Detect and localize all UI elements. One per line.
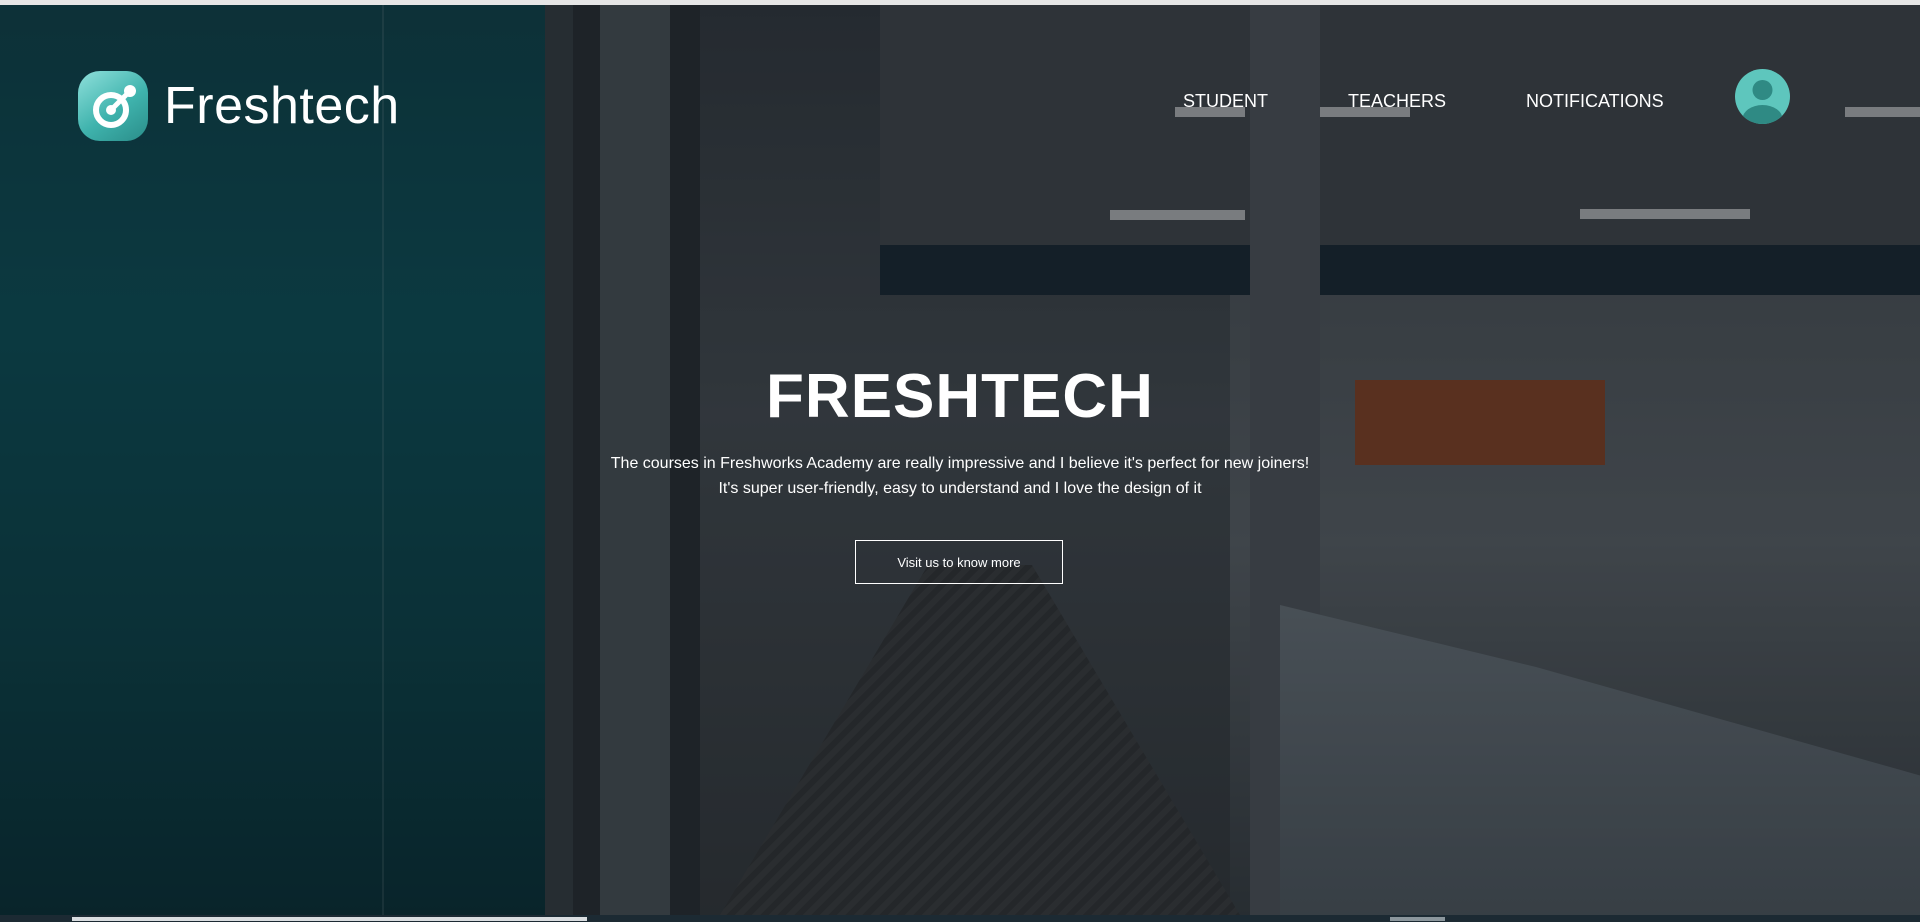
hero-title: FRESHTECH xyxy=(766,362,1154,431)
brand[interactable]: Freshtech xyxy=(78,71,400,141)
hero-line-2: It's super user-friendly, easy to unders… xyxy=(718,480,1202,497)
nav-item-teachers[interactable]: TEACHERS xyxy=(1348,91,1446,112)
scrollbar-thumb[interactable] xyxy=(72,917,587,921)
hero-section: Freshtech STUDENT TEACHERS NOTIFICATIONS… xyxy=(0,5,1920,915)
nav-item-student[interactable]: STUDENT xyxy=(1183,91,1268,112)
top-border xyxy=(0,0,1920,5)
brand-name: Freshtech xyxy=(164,77,400,135)
visit-us-button[interactable]: Visit us to know more xyxy=(855,540,1063,584)
user-avatar-icon[interactable] xyxy=(1735,69,1790,124)
main-nav: STUDENT TEACHERS NOTIFICATIONS xyxy=(1183,91,1664,112)
freshtech-logo-icon xyxy=(78,71,148,141)
hero-description: The courses in Freshworks Academy are re… xyxy=(0,451,1920,501)
horizontal-scrollbar[interactable] xyxy=(0,915,1920,922)
nav-item-notifications[interactable]: NOTIFICATIONS xyxy=(1526,91,1664,112)
hero-line-1: The courses in Freshworks Academy are re… xyxy=(610,455,1310,472)
scrollbar-thumb-secondary[interactable] xyxy=(1390,917,1445,921)
